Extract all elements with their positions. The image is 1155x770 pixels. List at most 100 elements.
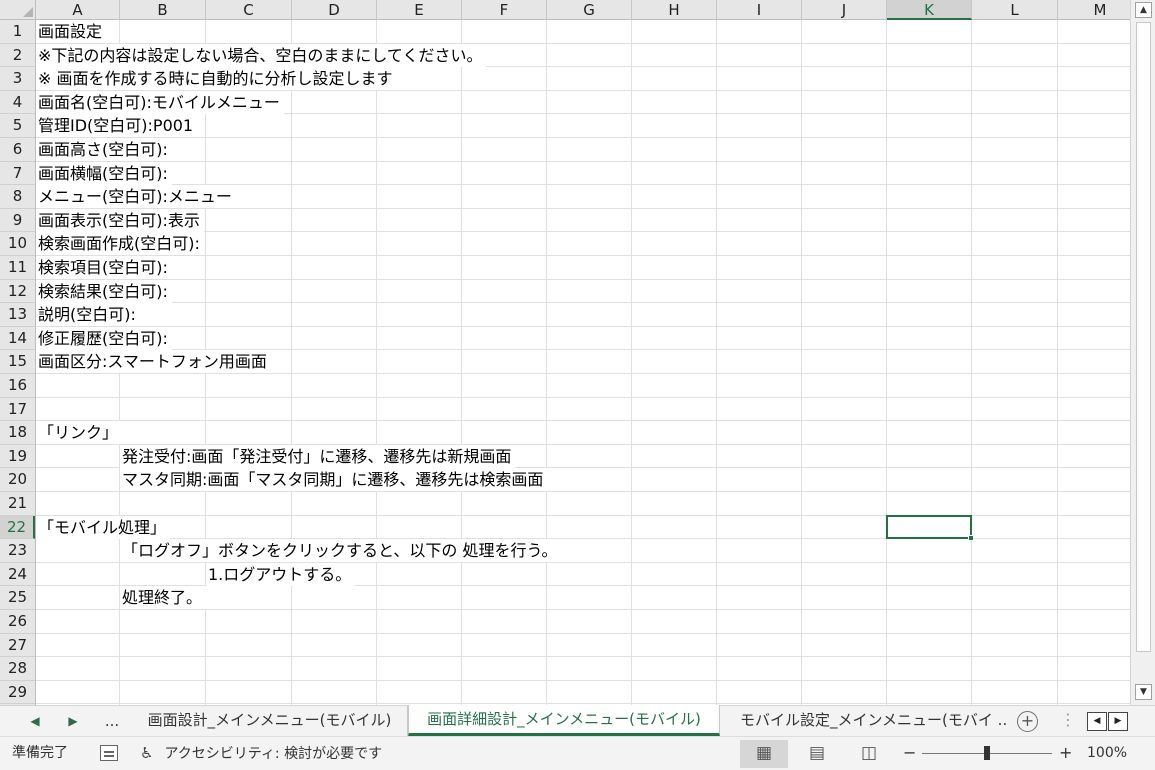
row-header-4[interactable]: 4 — [0, 91, 35, 115]
column-header-e[interactable]: E — [377, 0, 462, 20]
cell-text[interactable]: 画面高さ(空白可): — [36, 138, 172, 161]
row-header-28[interactable]: 28 — [0, 657, 35, 681]
column-header-d[interactable]: D — [292, 0, 377, 20]
tab-screen-design[interactable]: 画面設計_メインメニュー(モバイル) — [132, 706, 408, 736]
gridline — [36, 278, 1130, 280]
row-header-6[interactable]: 6 — [0, 138, 35, 162]
gridline — [36, 632, 1130, 634]
row-header-14[interactable]: 14 — [0, 327, 35, 351]
row-header-26[interactable]: 26 — [0, 610, 35, 634]
cell-text[interactable]: 管理ID(空白可):P001 — [36, 114, 198, 138]
row-header-10[interactable]: 10 — [0, 232, 35, 256]
row-header-20[interactable]: 20 — [0, 468, 35, 492]
row-header-5[interactable]: 5 — [0, 114, 35, 138]
cell-text[interactable]: 説明(空白可): — [36, 303, 140, 327]
cell-text[interactable]: 発注受付:画面「発注受付」に遷移、遷移先は新規画面 — [120, 444, 516, 468]
normal-view-icon[interactable]: ▦ — [740, 740, 788, 768]
cell-text[interactable]: マスタ同期:画面「マスタ同期」に遷移、遷移先は検索画面 — [120, 468, 548, 492]
cell-text[interactable]: 画面名(空白可):モバイルメニュー — [36, 90, 284, 114]
column-header-a[interactable]: A — [36, 0, 120, 20]
prev-sheet-icon[interactable]: ◀ — [22, 706, 48, 736]
gridline — [631, 20, 632, 705]
cell-text[interactable]: ※下記の内容は設定しない場合、空白のままにしてください。 — [36, 43, 487, 67]
zoom-out-button[interactable]: − — [903, 737, 916, 769]
row-header-29[interactable]: 29 — [0, 681, 35, 705]
next-sheet-icon[interactable]: ▶ — [60, 706, 86, 736]
row-header-8[interactable]: 8 — [0, 185, 35, 209]
row-header-3[interactable]: 3 — [0, 67, 35, 91]
column-header-i[interactable]: I — [717, 0, 802, 20]
cell-text[interactable]: 「リンク」 — [36, 421, 123, 445]
vertical-scrollbar[interactable]: ▲ ▼ — [1130, 0, 1155, 705]
select-all-triangle-icon — [23, 7, 33, 17]
gridline — [546, 20, 547, 705]
column-header-l[interactable]: L — [972, 0, 1058, 20]
gridline — [376, 20, 377, 705]
select-all-button[interactable] — [0, 0, 36, 20]
cell-text[interactable]: 検索画面作成(空白可): — [36, 232, 204, 256]
page-layout-view-icon[interactable]: ▤ — [793, 740, 841, 768]
scroll-right-icon[interactable]: ▶ — [1108, 712, 1128, 731]
tab-splitter-handle[interactable]: ⋮ — [1060, 706, 1076, 736]
spreadsheet-grid: ABCDEFGHIJKLM 1 2 3 4 5 6 7 8 9 10 11 12 13 14 15 16 17 1… — [0, 0, 1130, 705]
scroll-up-icon[interactable]: ▲ — [1135, 2, 1152, 18]
row-header-16[interactable]: 16 — [0, 374, 35, 398]
cell-area[interactable]: 画面設定 ※下記の内容は設定しない場合、空白のままにしてください。 ※ 画面を作成す… — [36, 20, 1130, 705]
horizontal-scroll-buttons: ◀ ▶ — [1087, 712, 1129, 731]
row-header-19[interactable]: 19 — [0, 445, 35, 469]
cell-text[interactable]: 処理終了。 — [120, 586, 207, 610]
column-header-m[interactable]: M — [1058, 0, 1130, 20]
row-header-12[interactable]: 12 — [0, 280, 35, 304]
cell-text[interactable]: 1.ログアウトする。 — [206, 562, 356, 586]
row-header-13[interactable]: 13 — [0, 303, 35, 327]
row-header-27[interactable]: 27 — [0, 634, 35, 658]
cell-text[interactable]: 「モバイル処理」 — [36, 515, 171, 539]
zoom-level-text[interactable]: 100% — [1087, 737, 1127, 769]
row-header-9[interactable]: 9 — [0, 209, 35, 233]
cell-text[interactable]: 検索結果(空白可): — [36, 279, 172, 303]
row-header-18[interactable]: 18 — [0, 421, 35, 445]
cell-text[interactable]: 画面横幅(空白可): — [36, 161, 172, 185]
row-header-25[interactable]: 25 — [0, 586, 35, 610]
column-header-k[interactable]: K — [887, 0, 972, 20]
accessibility-check-button[interactable]: ♿ アクセシビリティ: 検討が必要です — [140, 737, 382, 770]
row-header-21[interactable]: 21 — [0, 492, 35, 516]
column-header-j[interactable]: J — [802, 0, 887, 20]
scroll-thumb[interactable] — [1136, 22, 1151, 652]
row-header-22[interactable]: 22 — [0, 515, 35, 540]
row-header-7[interactable]: 7 — [0, 162, 35, 186]
active-cell-selection[interactable] — [886, 514, 974, 542]
gridline — [716, 20, 717, 705]
page-break-preview-icon[interactable]: ◫ — [845, 740, 893, 768]
row-header-1[interactable]: 1 — [0, 20, 35, 44]
column-header-c[interactable]: C — [206, 0, 292, 20]
column-header-f[interactable]: F — [462, 0, 547, 20]
row-header-17[interactable]: 17 — [0, 398, 35, 422]
fill-handle[interactable] — [968, 535, 974, 542]
row-header-23[interactable]: 23 — [0, 539, 35, 563]
cell-text[interactable]: 画面表示(空白可):表示 — [36, 208, 204, 232]
cell-text[interactable]: 検索項目(空白可): — [36, 256, 172, 279]
row-header-2[interactable]: 2 — [0, 44, 35, 68]
cell-text[interactable]: ※ 画面を作成する時に自動的に分析し設定します — [36, 67, 397, 91]
column-header-h[interactable]: H — [632, 0, 717, 20]
cell-text[interactable]: 「ログオフ」ボタンをクリックすると、以下の 処理を行う。 — [120, 539, 562, 563]
column-header-g[interactable]: G — [547, 0, 632, 20]
tab-mobile-settings[interactable]: モバイル設定_メインメニュー(モバイ ... — [720, 706, 1008, 736]
zoom-slider-thumb[interactable] — [984, 746, 990, 760]
macro-record-icon[interactable] — [100, 745, 118, 761]
cell-text[interactable]: 修正履歴(空白可): — [36, 326, 172, 350]
row-header-15[interactable]: 15 — [0, 350, 35, 374]
cell-text[interactable]: 画面区分:スマートフォン用画面 — [36, 350, 271, 374]
cell-text[interactable]: 画面設定 — [36, 20, 107, 43]
tab-screen-detail-design[interactable]: 画面詳細設計_メインメニュー(モバイル) — [408, 705, 720, 736]
cell-text[interactable]: メニュー(空白可):メニュー — [36, 185, 236, 209]
zoom-in-button[interactable]: + — [1059, 737, 1072, 769]
column-header-b[interactable]: B — [120, 0, 206, 20]
more-sheets-button[interactable]: ... — [99, 706, 125, 736]
row-header-11[interactable]: 11 — [0, 256, 35, 280]
add-sheet-icon[interactable]: + — [1017, 711, 1038, 732]
scroll-down-icon[interactable]: ▼ — [1135, 684, 1152, 700]
scroll-left-icon[interactable]: ◀ — [1087, 712, 1107, 731]
row-header-24[interactable]: 24 — [0, 563, 35, 587]
